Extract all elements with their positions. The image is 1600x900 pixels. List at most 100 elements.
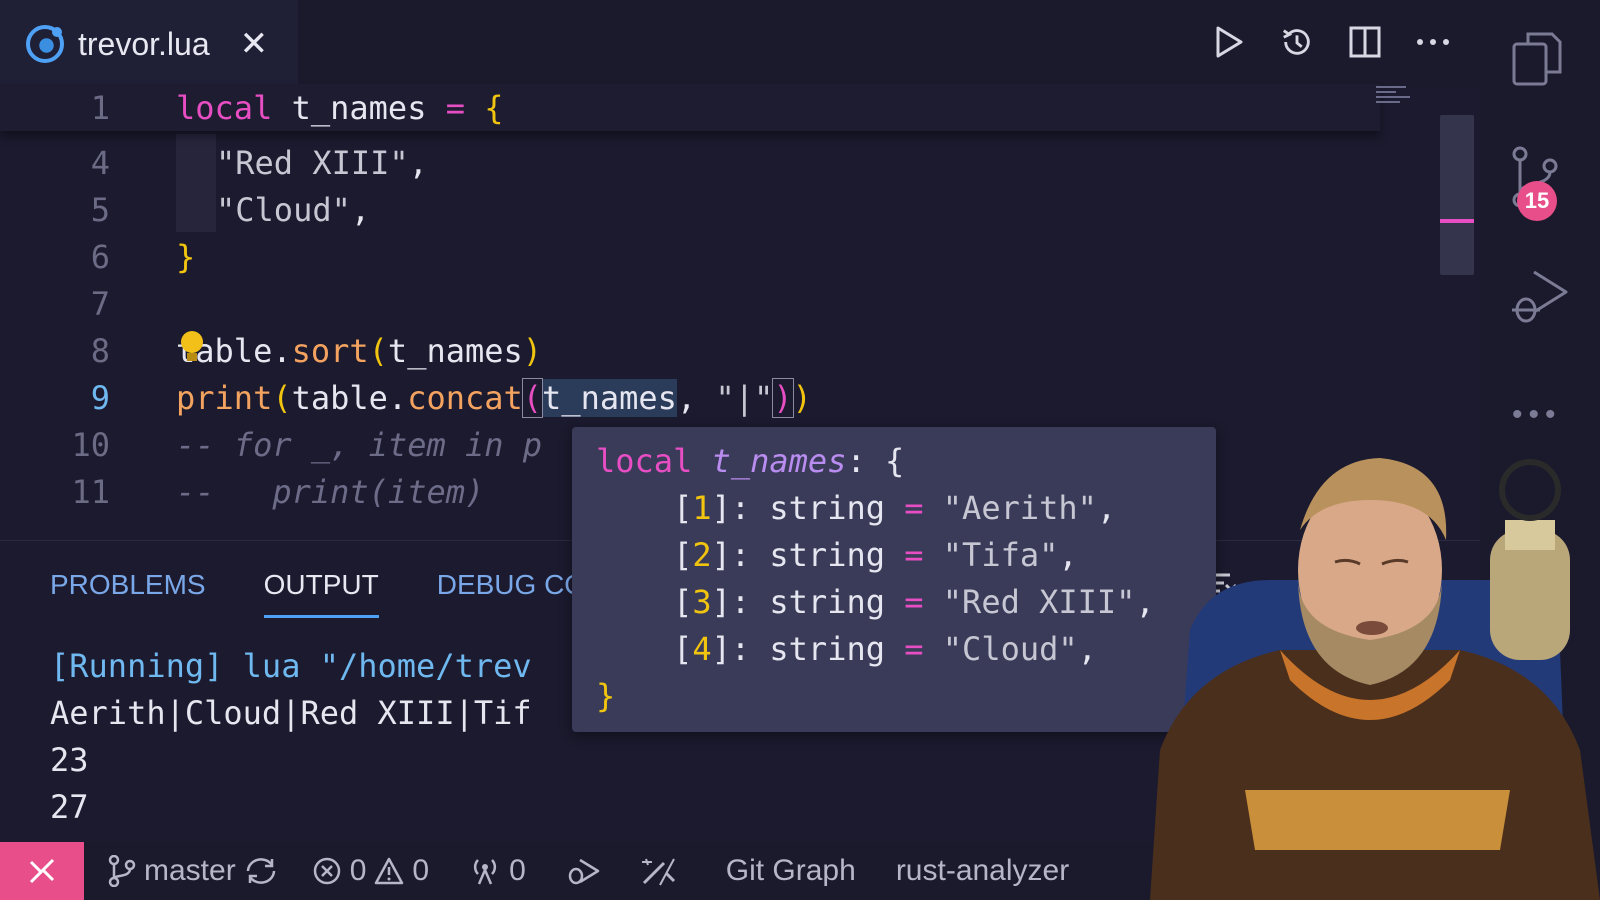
line-number: 10 — [71, 425, 110, 464]
output-line: 27 — [50, 788, 89, 826]
ports-status[interactable]: 0 — [469, 854, 526, 888]
code-token: } — [176, 237, 196, 276]
code-token: table — [291, 378, 388, 417]
code-token: "Red XIII" — [216, 143, 409, 182]
lua-file-icon — [26, 25, 64, 63]
hover-tooltip: local t_names: { [1]: string = "Aerith",… — [572, 427, 1216, 732]
hover-entry-type: string — [769, 535, 885, 574]
run-debug-icon[interactable] — [1510, 268, 1570, 328]
ports-count: 0 — [509, 854, 526, 887]
code-token: . — [387, 378, 408, 417]
line-number: 7 — [90, 284, 110, 323]
code-token: concat — [407, 378, 523, 417]
tab-title: trevor.lua — [78, 25, 210, 62]
line-number: 9 — [90, 378, 110, 417]
git-graph-button[interactable]: Git Graph — [726, 854, 856, 888]
remote-indicator-icon[interactable] — [0, 842, 84, 900]
hover-entry: [3]: string = "Red XIII", — [596, 582, 1155, 621]
explorer-icon[interactable] — [1510, 28, 1570, 88]
timeline-history-icon[interactable] — [1280, 22, 1314, 62]
hover-keyword: local — [596, 441, 693, 480]
code-line-9[interactable]: 9 print(table.concat(t_names, "|")) — [0, 374, 1380, 421]
more-actions-icon[interactable] — [1416, 22, 1450, 62]
code-token: t_names — [542, 378, 677, 417]
branch-status[interactable]: master — [108, 854, 278, 888]
code-line-4[interactable]: 4 "Red XIII", — [0, 139, 1380, 186]
line-number: 4 — [90, 143, 110, 182]
debug-status-icon[interactable] — [566, 856, 600, 886]
hover-entry: [4]: string = "Cloud", — [596, 629, 1097, 668]
code-token: . — [272, 331, 292, 370]
code-token: , — [676, 378, 716, 417]
code-token: , — [350, 190, 371, 229]
warning-icon — [375, 857, 404, 885]
code-line-8[interactable]: 8 table.sort(t_names) — [0, 327, 1380, 374]
code-token: sort — [291, 331, 369, 370]
line-number: 5 — [90, 190, 110, 229]
hover-separator: : { — [846, 441, 905, 480]
code-token: ) — [792, 378, 812, 417]
broadcast-icon — [473, 859, 497, 885]
code-line-5[interactable]: 5 "Cloud", — [0, 186, 1380, 233]
code-token: ) — [772, 377, 794, 418]
code-token: = — [445, 88, 465, 127]
code-line-1[interactable]: 1 local t_names = { — [0, 84, 1380, 131]
hover-entry: [2]: string = "Tifa", — [596, 535, 1078, 574]
line-number: 8 — [90, 331, 110, 370]
branch-name: master — [144, 854, 236, 887]
sync-icon[interactable] — [244, 856, 278, 886]
output-log: [Running] lua "/home/trev Aerith|Cloud|R… — [50, 643, 532, 831]
minimap[interactable] — [1376, 86, 1412, 116]
code-token: ( — [272, 378, 292, 417]
code-comment: -- for _, item in p — [176, 425, 543, 464]
warning-count: 0 — [412, 854, 430, 887]
hover-entry-index: 3 — [692, 582, 712, 621]
hover-entry-type: string — [769, 488, 885, 527]
code-line-6[interactable]: 6 } — [0, 233, 1380, 280]
line-number: 11 — [71, 472, 110, 511]
code-line-7[interactable]: 7 — [0, 280, 1380, 327]
output-line: [Running] lua "/home/trev — [50, 647, 532, 685]
hover-entry-index: 4 — [692, 629, 712, 668]
tab-output[interactable]: OUTPUT — [263, 569, 379, 618]
code-token: ( — [368, 331, 388, 370]
scrollbar-marker — [1440, 219, 1474, 223]
error-count: 0 — [349, 854, 367, 887]
hover-entry-index: 2 — [692, 535, 712, 574]
close-tab-button[interactable]: ✕ — [240, 27, 269, 61]
no-sparkle-icon[interactable] — [640, 855, 676, 887]
hover-entry-index: 1 — [692, 488, 712, 527]
code-token: print — [176, 378, 273, 417]
more-views-icon[interactable]: ••• — [1512, 398, 1562, 432]
hover-close-brace: } — [596, 676, 616, 715]
line-number: 1 — [90, 88, 110, 127]
editor-scrollbar[interactable] — [1440, 115, 1474, 275]
code-token: { — [464, 88, 504, 127]
code-token: , — [408, 143, 428, 182]
code-token: "Cloud" — [216, 190, 351, 229]
hover-entry-value: "Cloud" — [942, 629, 1078, 668]
rust-analyzer-status[interactable]: rust-analyzer — [896, 854, 1069, 888]
code-token: ) — [522, 331, 543, 370]
hover-variable-name: t_names — [711, 441, 847, 480]
problems-status[interactable]: 0 0 — [312, 854, 429, 888]
code-token: t_names — [272, 88, 446, 127]
lightbulb-icon[interactable] — [181, 331, 203, 361]
run-icon[interactable] — [1212, 22, 1246, 62]
hover-entry: [1]: string = "Aerith", — [596, 488, 1117, 527]
hover-entry-value: "Red XIII" — [942, 582, 1136, 621]
output-line: Aerith|Cloud|Red XIII|Tif — [50, 694, 532, 732]
hover-entry-type: string — [769, 582, 885, 621]
git-branch-icon — [108, 855, 136, 887]
error-icon — [313, 857, 340, 885]
source-control-badge: 15 — [1517, 181, 1557, 221]
editor-tab-trevor-lua[interactable]: trevor.lua ✕ — [0, 0, 298, 88]
output-line: 23 — [50, 741, 89, 779]
tab-problems[interactable]: PROBLEMS — [50, 569, 206, 618]
code-token: t_names — [387, 331, 523, 370]
code-token: "|" — [715, 378, 774, 417]
hover-entry-type: string — [769, 629, 885, 668]
code-token: ( — [521, 377, 544, 418]
split-editor-icon[interactable] — [1348, 22, 1382, 62]
webcam-overlay — [1150, 430, 1600, 900]
